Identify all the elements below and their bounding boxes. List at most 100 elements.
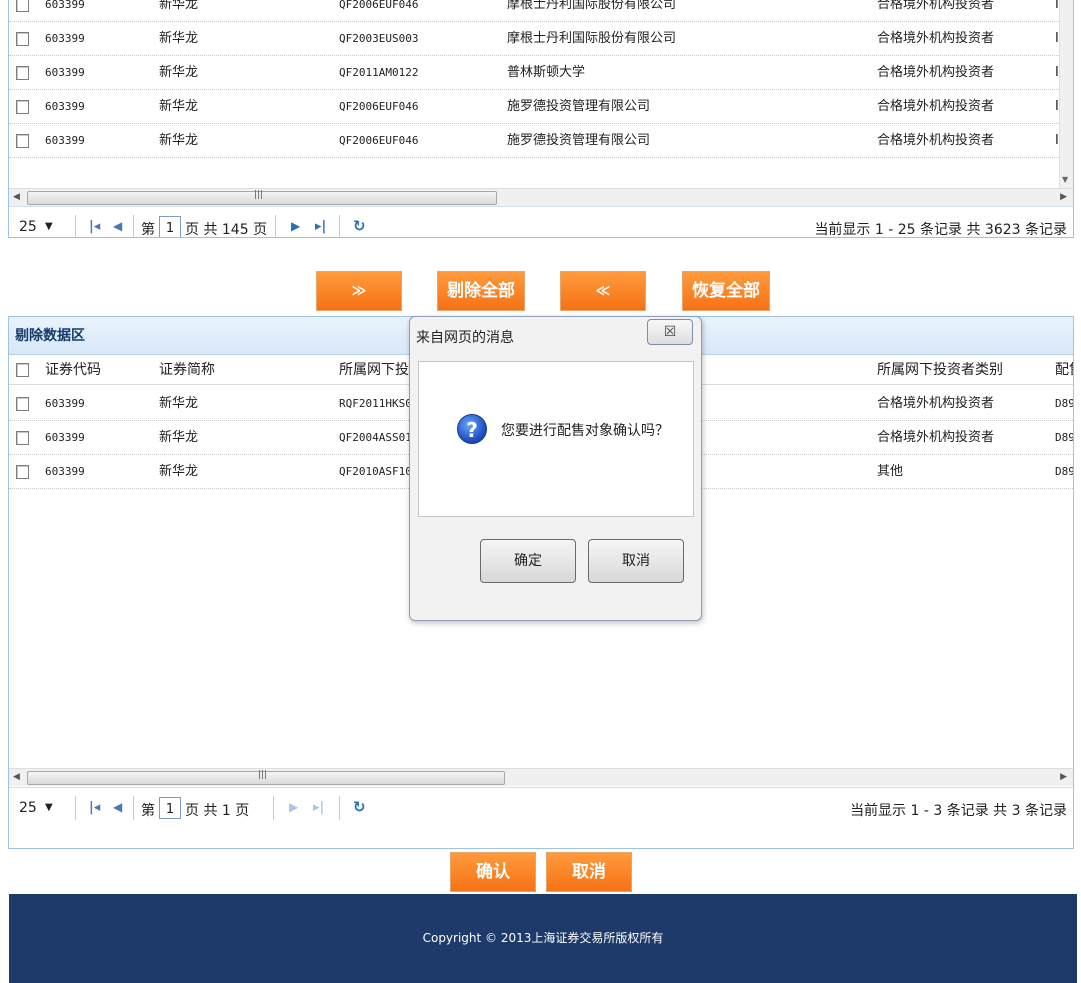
- account-id: QF2003EUS003: [339, 32, 419, 45]
- vertical-scrollbar[interactable]: ▼: [1059, 0, 1073, 188]
- page-total: 页 共 1 页: [185, 803, 250, 819]
- investor-type: 合格境外机构投资者: [877, 396, 995, 411]
- next-page-icon[interactable]: ▶: [289, 800, 298, 814]
- investor-type: 合格境外机构投资者: [877, 133, 995, 148]
- record-info: 当前显示 1 - 3 条记录 共 3 条记录: [850, 803, 1067, 819]
- security-name: 新华龙: [159, 99, 199, 114]
- refresh-icon[interactable]: ↻: [353, 798, 366, 816]
- close-icon[interactable]: ☒: [647, 319, 693, 345]
- horizontal-scrollbar[interactable]: ◀ ||| ▶: [9, 188, 1073, 206]
- security-name: 新华龙: [159, 464, 199, 479]
- page-total: 页 共 145 页: [185, 222, 268, 238]
- scroll-thumb[interactable]: |||: [27, 190, 497, 205]
- extra-cell: D890: [1055, 465, 1073, 478]
- move-down-button[interactable]: ≫: [316, 271, 402, 311]
- investor-name: 摩根士丹利国际股份有限公司: [507, 31, 677, 46]
- table-row[interactable]: 603399 新华龙 QF2011AM0122 普林斯顿大学 合格境外机构投资者…: [9, 56, 1073, 90]
- prev-page-icon[interactable]: ◀: [113, 219, 122, 233]
- dialog-cancel-button[interactable]: 取消: [588, 539, 684, 583]
- scroll-thumb[interactable]: |||: [27, 770, 505, 785]
- page-number-input[interactable]: 1: [159, 797, 181, 819]
- row-checkbox[interactable]: [16, 465, 29, 479]
- account-id: QF2006EUF046: [339, 0, 419, 11]
- scroll-right-icon[interactable]: ▶: [1060, 192, 1067, 202]
- select-all-checkbox[interactable]: [16, 363, 29, 377]
- row-checkbox[interactable]: [16, 32, 29, 46]
- dropdown-icon[interactable]: ▼: [45, 221, 53, 232]
- divider: [275, 215, 276, 237]
- security-name: 新华龙: [159, 133, 199, 148]
- prev-page-icon[interactable]: ◀: [113, 800, 122, 814]
- dialog-message: 您要进行配售对象确认吗？: [501, 423, 669, 439]
- refresh-icon[interactable]: ↻: [353, 217, 366, 235]
- security-name: 新华龙: [159, 0, 199, 12]
- horizontal-scrollbar[interactable]: ◀ ||| ▶: [9, 768, 1073, 786]
- account-id: QF2006EUF046: [339, 134, 419, 147]
- restore-all-button[interactable]: 恢复全部: [682, 271, 770, 311]
- security-code: 603399: [45, 32, 85, 45]
- bottom-pager: 25 ▼ |◂ ◀ 第 1 页 共 1 页 ▶ ▸| ↻ 当前显示 1 - 3 …: [9, 787, 1073, 827]
- table-row[interactable]: 603399 新华龙 QF2006EUF046 施罗德投资管理有限公司 合格境外…: [9, 90, 1073, 124]
- message-dialog: 来自网页的消息 ☒ ? 您要进行配售对象确认吗？ 确定 取消: [409, 316, 702, 621]
- page-size-select[interactable]: 25: [19, 800, 37, 816]
- top-pager: 25 ▼ |◂ ◀ 第 1 页 共 145 页 ▶ ▸| ↻ 当前显示 1 - …: [9, 206, 1073, 238]
- divider: [133, 796, 134, 820]
- row-checkbox[interactable]: [16, 0, 29, 12]
- confirm-button[interactable]: 确认: [450, 852, 536, 892]
- last-page-icon[interactable]: ▸|: [313, 800, 324, 815]
- cancel-button[interactable]: 取消: [546, 852, 632, 892]
- grip-icon: |||: [254, 190, 264, 200]
- col-header-extra[interactable]: 配售: [1055, 355, 1073, 385]
- investor-type: 合格境外机构投资者: [877, 31, 995, 46]
- row-checkbox[interactable]: [16, 100, 29, 114]
- table-row[interactable]: 603399 新华龙 QF2003EUS003 摩根士丹利国际股份有限公司 合格…: [9, 22, 1073, 56]
- record-info: 当前显示 1 - 25 条记录 共 3623 条记录: [814, 222, 1067, 238]
- col-header-name[interactable]: 证券简称: [159, 355, 319, 385]
- dropdown-icon[interactable]: ▼: [45, 802, 53, 813]
- question-icon: ?: [457, 414, 487, 444]
- account-id: QF2006EUF046: [339, 100, 419, 113]
- scroll-left-icon[interactable]: ◀: [13, 772, 20, 782]
- security-code: 603399: [45, 397, 85, 410]
- extra-cell: D890: [1055, 431, 1073, 444]
- col-header-type[interactable]: 所属网下投资者类别: [877, 355, 1037, 385]
- investor-name: 施罗德投资管理有限公司: [507, 133, 651, 148]
- investor-type: 合格境外机构投资者: [877, 65, 995, 80]
- scroll-left-icon[interactable]: ◀: [13, 192, 20, 202]
- investor-type: 其他: [877, 464, 904, 479]
- first-page-icon[interactable]: |◂: [89, 219, 100, 234]
- page-number-input[interactable]: 1: [159, 216, 181, 237]
- last-page-icon[interactable]: ▸|: [315, 219, 326, 234]
- account-id: QF2011AM0122: [339, 66, 419, 79]
- investor-name: 普林斯顿大学: [507, 65, 586, 80]
- row-checkbox[interactable]: [16, 66, 29, 80]
- security-name: 新华龙: [159, 396, 199, 411]
- top-grid: 603399 新华龙 QF2006EUF046 摩根士丹利国际股份有限公司 合格…: [8, 0, 1074, 238]
- investor-type: 合格境外机构投资者: [877, 0, 995, 12]
- investor-name: 施罗德投资管理有限公司: [507, 99, 651, 114]
- divider: [75, 215, 76, 237]
- col-header-code[interactable]: 证券代码: [45, 355, 145, 385]
- security-code: 603399: [45, 0, 85, 11]
- scroll-right-icon[interactable]: ▶: [1060, 772, 1067, 782]
- security-code: 603399: [45, 134, 85, 147]
- footer: Copyright © 2013上海证券交易所版权所有: [9, 894, 1077, 983]
- security-name: 新华龙: [159, 65, 199, 80]
- divider: [273, 796, 274, 820]
- scroll-down-icon[interactable]: ▼: [1062, 175, 1068, 184]
- page-size-select[interactable]: 25: [19, 219, 37, 235]
- page-prefix: 第: [141, 803, 155, 819]
- next-page-icon[interactable]: ▶: [291, 219, 300, 233]
- delete-all-button[interactable]: 剔除全部: [437, 271, 525, 311]
- table-row[interactable]: 603399 新华龙 QF2006EUF046 施罗德投资管理有限公司 合格境外…: [9, 124, 1073, 158]
- move-up-button[interactable]: ≪: [560, 271, 646, 311]
- dialog-body: ? 您要进行配售对象确认吗？: [418, 361, 694, 517]
- top-grid-rows: 603399 新华龙 QF2006EUF046 摩根士丹利国际股份有限公司 合格…: [9, 0, 1073, 188]
- dialog-ok-button[interactable]: 确定: [480, 539, 576, 583]
- row-checkbox[interactable]: [16, 431, 29, 445]
- first-page-icon[interactable]: |◂: [89, 800, 100, 815]
- row-checkbox[interactable]: [16, 397, 29, 411]
- row-checkbox[interactable]: [16, 134, 29, 148]
- grip-icon: |||: [258, 770, 268, 780]
- table-row[interactable]: 603399 新华龙 QF2006EUF046 摩根士丹利国际股份有限公司 合格…: [9, 0, 1073, 22]
